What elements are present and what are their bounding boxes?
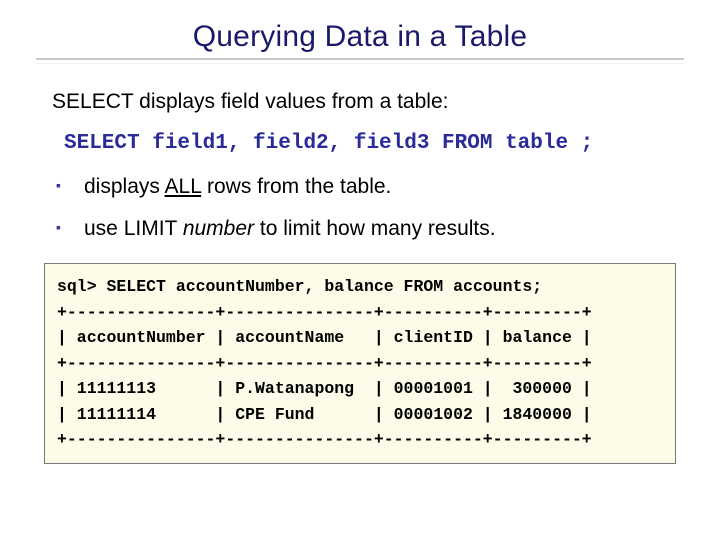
b2-pre: use LIMIT — [84, 217, 183, 240]
title-underline — [36, 58, 684, 64]
b2-post: to limit how many results. — [254, 217, 496, 240]
intro-text: SELECT displays field values from a tabl… — [52, 90, 684, 114]
sql-row-2: | 11111114 | CPE Fund | 00001002 | 18400… — [57, 405, 592, 424]
b1-underline: ALL — [165, 175, 202, 198]
sql-output-box: sql> SELECT accountNumber, balance FROM … — [44, 263, 676, 464]
bullet-1: displays ALL rows from the table. — [56, 175, 684, 199]
sql-border-mid: +---------------+---------------+-------… — [57, 354, 592, 373]
select-statement: SELECT field1, field2, field3 FROM table… — [64, 132, 684, 155]
sql-border-top: +---------------+---------------+-------… — [57, 303, 592, 322]
b1-pre: displays — [84, 175, 165, 198]
bullet-list: displays ALL rows from the table. use LI… — [56, 175, 684, 241]
sql-prompt-line: sql> SELECT accountNumber, balance FROM … — [57, 277, 542, 296]
sql-header-row: | accountNumber | accountName | clientID… — [57, 328, 592, 347]
sql-row-1: | 11111113 | P.Watanapong | 00001001 | 3… — [57, 379, 592, 398]
bullet-2: use LIMIT number to limit how many resul… — [56, 217, 684, 241]
b2-italic: number — [183, 217, 254, 240]
b1-post: rows from the table. — [201, 175, 391, 198]
sql-border-bottom: +---------------+---------------+-------… — [57, 430, 592, 449]
slide-title: Querying Data in a Table — [36, 20, 684, 54]
